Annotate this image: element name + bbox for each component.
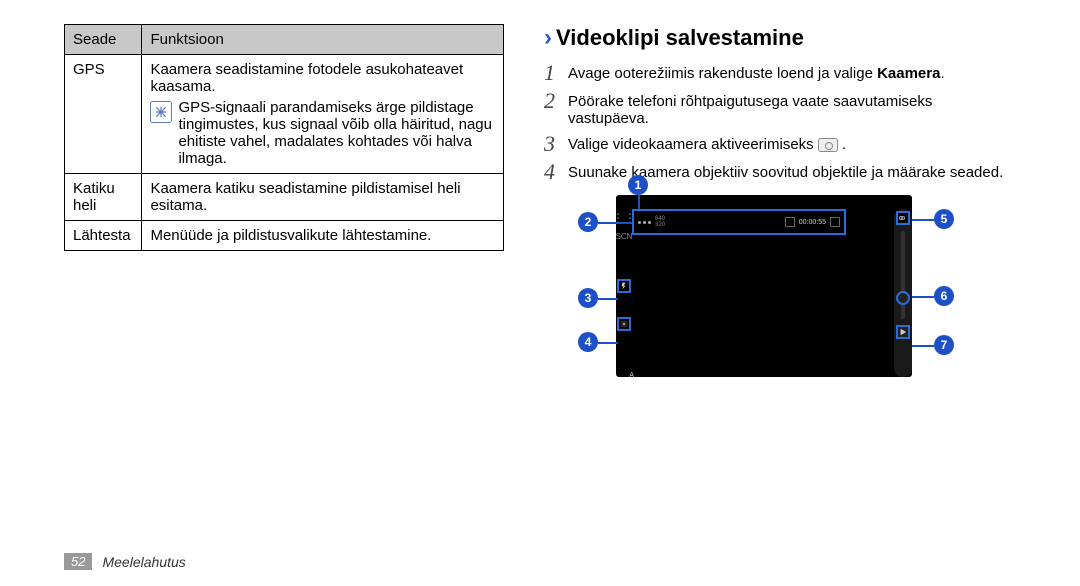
flash-icon: A (617, 279, 631, 293)
gps-note-text: GPS-signaali parandamiseks ärge pildista… (178, 99, 495, 167)
step-number-4: 4 (544, 161, 560, 183)
callout-7: 7 (934, 335, 954, 355)
status-bar-highlight: 640 320 00:00:55 (632, 209, 846, 235)
step-3: Valige videokaamera aktiveerimiseks . (568, 133, 846, 153)
grid-icon (638, 221, 651, 224)
zoom-slider (901, 231, 905, 319)
callout-5: 5 (934, 209, 954, 229)
playback-icon (896, 325, 910, 339)
th-funktsioon: Funktsioon (142, 25, 504, 55)
lead-line (598, 342, 618, 344)
lead-line (598, 222, 632, 224)
page-number: 52 (64, 553, 92, 570)
lead-line (638, 195, 640, 209)
chevron-right-icon: › (544, 24, 552, 52)
row-reset-label: Lähtesta (65, 221, 142, 251)
scene-mode-icon: SCN (617, 229, 631, 243)
step-number-3: 3 (544, 133, 560, 155)
step-number-1: 1 (544, 62, 560, 84)
lead-line (912, 345, 934, 347)
row-shutter-desc: Kaamera katiku seadistamine pildistamise… (142, 174, 504, 221)
settings-table: Seade Funktsioon GPS Kaamera seadistamin… (64, 24, 504, 251)
callout-1: 1 (628, 175, 648, 195)
row-shutter-label: Katiku heli (65, 174, 142, 221)
storage-icon (785, 217, 795, 227)
note-icon (150, 101, 172, 123)
callout-3: 3 (578, 288, 598, 308)
gps-desc-text: Kaamera seadistamine fotodele asukohatea… (150, 61, 495, 95)
steps-list: 1 Avage ooterežiimis rakenduste loend ja… (544, 62, 1004, 183)
right-toolbar (894, 209, 912, 377)
step-1: Avage ooterežiimis rakenduste loend ja v… (568, 62, 945, 82)
th-seade: Seade (65, 25, 142, 55)
lead-line (598, 298, 618, 300)
camera-viewfinder-diagram: 640 320 00:00:55 ⋮⋮ SCN A (588, 195, 940, 393)
callout-2: 2 (578, 212, 598, 232)
camera-icon (818, 138, 838, 152)
lead-line (912, 296, 934, 298)
record-button-icon (896, 291, 910, 305)
page-footer: 52 Meelelahutus (64, 553, 186, 570)
section-label: Meelelahutus (102, 554, 185, 570)
heading-text: Videoklipi salvestamine (556, 25, 804, 51)
step-number-2: 2 (544, 90, 560, 112)
battery-icon (830, 217, 840, 227)
left-toolbar: ⋮⋮ SCN A (616, 209, 632, 377)
step-2: Pöörake telefoni rõhtpaigutusega vaate s… (568, 90, 1004, 127)
section-heading: › Videoklipi salvestamine (544, 24, 1004, 52)
mode-switch-icon (896, 211, 910, 225)
lead-line (912, 219, 934, 221)
row-reset-desc: Menüüde ja pildistusvalikute lähtestamin… (142, 221, 504, 251)
callout-4: 4 (578, 332, 598, 352)
row-gps-desc: Kaamera seadistamine fotodele asukohatea… (142, 55, 504, 174)
timer-readout: 00:00:55 (799, 219, 826, 226)
settings-icon (617, 317, 631, 331)
callout-6: 6 (934, 286, 954, 306)
row-gps-label: GPS (65, 55, 142, 174)
resolution-indicator: 640 320 (655, 216, 665, 228)
